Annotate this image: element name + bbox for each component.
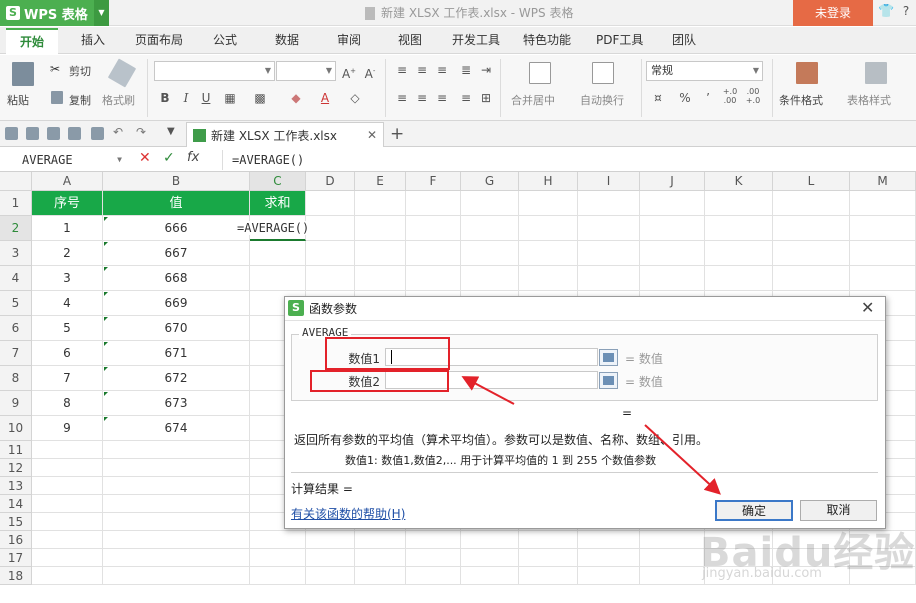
annotation-arrows <box>461 376 721 495</box>
arrow-to-ok <box>644 424 721 495</box>
baidu-watermark-url: jingyan.baidu.com <box>702 566 822 581</box>
arrow-to-arg2 <box>461 376 515 405</box>
